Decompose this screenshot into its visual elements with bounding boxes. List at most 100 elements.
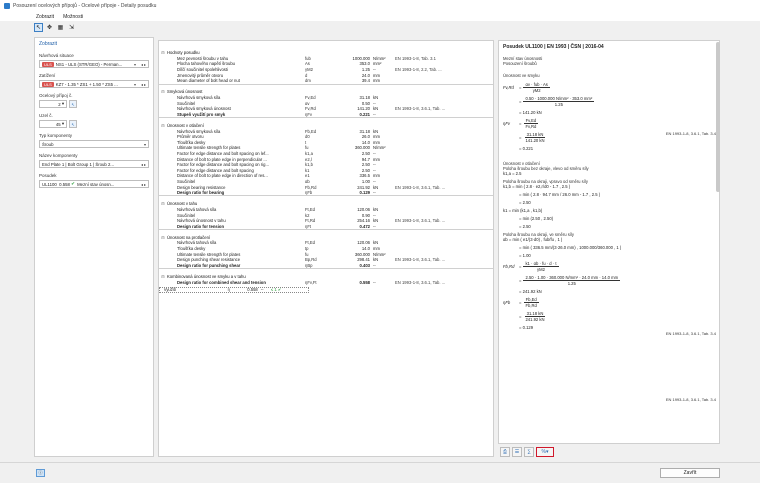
row-reference: EN 1993-1-8, 2.2, Tab. ... bbox=[395, 67, 442, 73]
check-select[interactable]: UL1100 0.558 ✔ Mezní stav únosn... ◂▸ bbox=[39, 180, 149, 188]
connection-label: Ocelový přípoj č. bbox=[39, 93, 73, 98]
tree-toggle-icon[interactable]: ⊟ bbox=[159, 201, 167, 206]
row-description: Plocha tahového napětí šroubu bbox=[177, 61, 235, 67]
units-toggle-icon[interactable]: %▾ bbox=[536, 447, 554, 457]
formula-toolbar: ⎙ ☰ ∑ %▾ bbox=[500, 447, 554, 457]
load-combination-value: KZ7 - 1.35 * ZS1 + 1.50 * ZS5 ... bbox=[55, 81, 118, 87]
row-symbol: tp bbox=[305, 246, 309, 252]
eta-fv-formula: ηFv = Fv,Ed Fv,Rd bbox=[503, 117, 539, 129]
row-unit: mm bbox=[373, 246, 380, 252]
tree-toggle-icon[interactable]: ⊟ bbox=[159, 89, 167, 94]
row-description: Factor for edge distance and bolt spacin… bbox=[177, 150, 269, 156]
menu-moznosti[interactable]: Možnosti bbox=[63, 14, 83, 20]
tree-toggle-icon[interactable]: ⊟ bbox=[159, 235, 167, 240]
component-type-value: Šroub bbox=[42, 141, 54, 147]
row-description: Využití bbox=[163, 287, 177, 293]
pick-connection-icon[interactable]: ↖ bbox=[69, 100, 77, 108]
row-description: Design punching shear resistance bbox=[177, 257, 241, 263]
print-icon[interactable]: ⎙ bbox=[500, 447, 510, 457]
node-select[interactable]: 45 ▾ bbox=[39, 120, 67, 128]
eta-fv-symbol: ηFv bbox=[503, 120, 510, 126]
row-description: Návrhová tahová síla bbox=[177, 240, 217, 246]
row-symbol: Fb,Ed bbox=[305, 128, 317, 134]
row-reference: EN 1993-1-8, Tab. 3.1 bbox=[395, 55, 436, 61]
prev-next-arrows-icon[interactable]: ◂▸ bbox=[141, 62, 147, 67]
tree-toggle-icon[interactable]: ⊟ bbox=[159, 50, 167, 55]
row-value: 298.41 bbox=[357, 257, 370, 263]
row-unit: N/mm² bbox=[373, 145, 386, 151]
fbrd-denominator: γM2 bbox=[537, 267, 545, 273]
row-description: Tloušťka desky bbox=[177, 246, 206, 252]
row-unit: kN bbox=[373, 128, 379, 134]
row-reference: EN 1993-1-8, 3.6.1, Tab. ... bbox=[395, 257, 446, 263]
close-button[interactable]: Zavřít bbox=[660, 468, 720, 478]
row-description: Návrhová smyková únosnost bbox=[177, 106, 231, 112]
tree-toggle-icon[interactable]: ⊟ bbox=[159, 274, 167, 279]
prev-next-arrows-icon[interactable]: ◂▸ bbox=[141, 162, 147, 167]
row-value: 360.000 bbox=[354, 145, 370, 151]
row-symbol: η bbox=[227, 287, 230, 293]
row-symbol: γM2 bbox=[305, 67, 313, 73]
summary-row[interactable]: Využití η 0.558 -- ≤ 1 ✔ bbox=[159, 286, 309, 293]
row-value: 0.403 bbox=[359, 262, 370, 268]
chevron-down-icon: ▾ bbox=[143, 141, 147, 147]
formula-view-icon[interactable]: ∑ bbox=[524, 447, 534, 457]
row-value: 241.92 bbox=[357, 184, 370, 190]
check-ok-icon: ✔ bbox=[71, 181, 75, 186]
row-description: Mez pevnosti šroubu v tahu bbox=[177, 55, 229, 61]
formula-scrollbar[interactable] bbox=[716, 42, 720, 192]
row-symbol: ηFv bbox=[305, 111, 312, 117]
table-row[interactable]: Návrhová smyková únosnost Fv,Rd 141.20 kN EN… bbox=[159, 106, 493, 112]
row-value: 2.50 bbox=[361, 150, 370, 156]
row-description: Návrhová smyková síla bbox=[177, 128, 221, 134]
table-row[interactable]: Design ratio for combined shear and tens… bbox=[159, 279, 493, 285]
row-value: 0.90 bbox=[361, 212, 370, 218]
eta-fb-result: = 0.129 bbox=[519, 325, 534, 331]
row-value: 2.50 bbox=[361, 162, 370, 168]
select-tool-icon[interactable]: ↖ bbox=[34, 22, 43, 32]
row-description: Návrhová tahová síla bbox=[177, 206, 217, 212]
table-row[interactable]: Mez pevnosti šroubu v tahu fub 1000.000 N/m… bbox=[159, 56, 493, 62]
info-icon[interactable]: ⓘ bbox=[36, 469, 45, 477]
uls-badge: ULS bbox=[42, 61, 54, 67]
row-value: 94.7 bbox=[361, 156, 370, 162]
table-row[interactable]: Design bearing resistance Fb,Rd 241.92 kN EN… bbox=[159, 184, 493, 190]
pan-tool-icon[interactable]: ✥ bbox=[45, 23, 54, 32]
row-unit: mm bbox=[373, 72, 380, 78]
row-symbol: d bbox=[305, 72, 308, 78]
row-unit: mm bbox=[373, 156, 380, 162]
table-row[interactable]: Návrhová únosnost v tahu Ft,Rd 254.16 kN EN … bbox=[159, 218, 493, 224]
pick-node-icon[interactable]: ↖ bbox=[69, 120, 77, 128]
row-description: Factor for edge distance and bolt spacin… bbox=[177, 167, 254, 173]
tree-toggle-icon[interactable]: ⊟ bbox=[159, 123, 167, 128]
prev-next-arrows-icon[interactable]: ◂▸ bbox=[141, 82, 147, 87]
row-description: Distance of bolt to plate edge in direct… bbox=[177, 173, 268, 179]
table-row[interactable]: Design punching shear resistance Bp,Rd 298… bbox=[159, 257, 493, 263]
table-row[interactable]: Dílčí součinitel spolehlivosti γM2 1.25 -- E… bbox=[159, 67, 493, 73]
fbrd-sub-denominator: 1.25 bbox=[567, 281, 576, 287]
connection-select[interactable]: 2 ▾ bbox=[39, 100, 67, 108]
row-symbol: dm bbox=[305, 78, 311, 84]
row-description: Design ratio for punching shear bbox=[177, 262, 241, 268]
load-combination-select[interactable]: ULS KZ7 - 1.35 * ZS1 + 1.50 * ZS5 ... ▾ … bbox=[39, 80, 149, 88]
row-description: Ultimate tensile strength for plates bbox=[177, 145, 241, 151]
table-icon[interactable]: ▦ bbox=[56, 23, 65, 32]
row-symbol: k1 bbox=[305, 167, 310, 173]
design-situation-select[interactable]: ULS NS1 - ULS (STR/GEO) - Perman... ▾ ◂▸ bbox=[39, 60, 149, 68]
export-icon[interactable]: ⇲ bbox=[67, 23, 76, 32]
row-unit: kN bbox=[373, 218, 379, 224]
list-view-icon[interactable]: ☰ bbox=[512, 447, 522, 457]
row-symbol: e2,l bbox=[305, 156, 312, 162]
row-value: 2.50 bbox=[361, 167, 370, 173]
row-symbol: e1 bbox=[305, 173, 310, 179]
fvrd-substitution: = 0.50 · 1000.000 N/mm² · 353.0 mm² 1.25 bbox=[519, 95, 595, 107]
row-value: 26.0 bbox=[361, 134, 370, 140]
row-symbol: Fb,Rd bbox=[305, 184, 317, 190]
menu-zobrazit[interactable]: Zobrazit bbox=[36, 14, 54, 20]
row-description: Součinitel bbox=[177, 212, 196, 218]
row-unit: kN bbox=[373, 257, 379, 263]
component-type-select[interactable]: Šroub ▾ bbox=[39, 140, 149, 148]
row-unit: mm bbox=[373, 139, 380, 145]
prev-next-arrows-icon[interactable]: ◂▸ bbox=[141, 182, 147, 187]
component-name-select[interactable]: End Plate 1 | Bolt Group 1 | Šroub 2... … bbox=[39, 160, 149, 168]
